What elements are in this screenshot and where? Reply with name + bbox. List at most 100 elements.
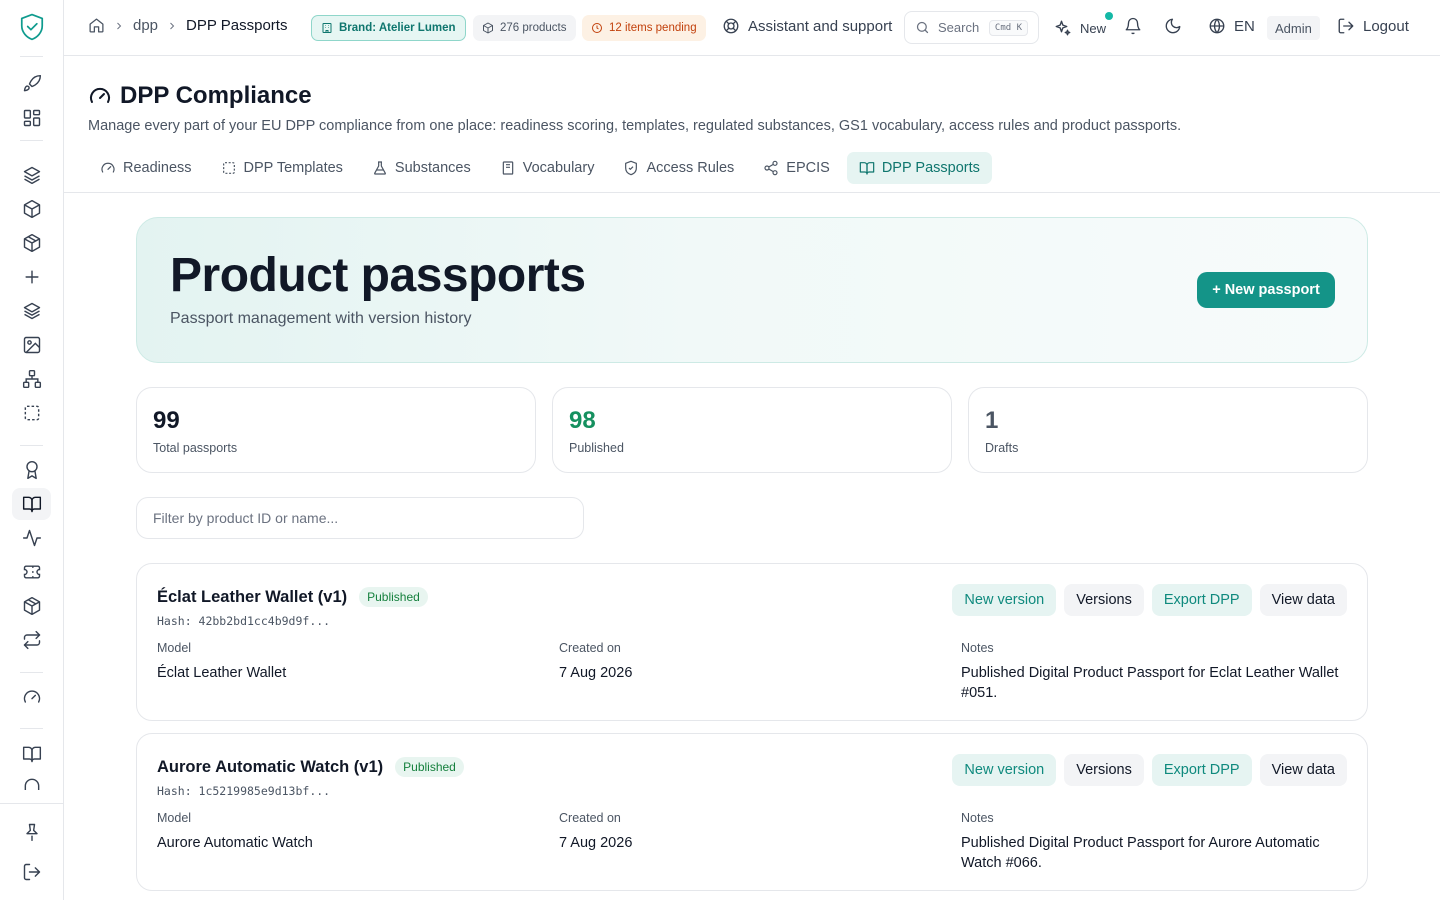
search-label: Search — [938, 20, 980, 35]
pending-items-badge[interactable]: 12 items pending — [582, 15, 706, 41]
model-field: Model Aurore Automatic Watch — [157, 811, 313, 853]
field-value: Éclat Leather Wallet — [157, 665, 287, 681]
stat-card-total: 99 Total passports — [136, 387, 536, 473]
shield-check-logo-icon[interactable] — [19, 13, 45, 41]
book-icon[interactable] — [22, 744, 42, 764]
field-label: Created on — [559, 811, 621, 825]
plus-icon[interactable] — [22, 267, 42, 287]
stat-label: Total passports — [153, 441, 238, 455]
view-data-button[interactable]: View data — [1259, 754, 1347, 786]
filter-input[interactable] — [136, 497, 584, 539]
tab-label: EPCIS — [786, 160, 830, 176]
building-icon — [321, 22, 333, 34]
search-icon — [915, 20, 930, 35]
tab-dpp-passports[interactable]: DPP Passports — [846, 152, 992, 184]
layers-icon[interactable] — [22, 165, 42, 185]
new-button[interactable]: New — [1054, 19, 1106, 37]
gauge-icon[interactable] — [22, 687, 42, 707]
book-open-icon — [859, 160, 875, 176]
chevron-right-icon — [113, 20, 125, 32]
image-icon[interactable] — [22, 335, 42, 355]
package-check-icon[interactable] — [22, 596, 42, 616]
award-icon[interactable] — [22, 460, 42, 480]
versions-button[interactable]: Versions — [1064, 754, 1144, 786]
passport-actions: New version Versions Export DPP View dat… — [952, 584, 1347, 616]
dashed-square-icon[interactable] — [22, 403, 42, 423]
gauge-icon — [100, 160, 116, 176]
repeat-icon[interactable] — [22, 630, 42, 650]
field-value: Published Digital Product Passport for A… — [961, 835, 1320, 871]
home-icon[interactable] — [88, 17, 105, 34]
hero-subtitle: Passport management with version history — [170, 310, 472, 327]
box-icon — [482, 22, 494, 34]
logout-icon — [1337, 17, 1355, 35]
stat-label: Drafts — [985, 441, 1019, 455]
book-open-icon[interactable] — [22, 494, 42, 514]
activity-icon[interactable] — [22, 528, 42, 548]
tab-label: Readiness — [123, 160, 192, 176]
dashboard-grid-icon[interactable] — [22, 108, 42, 128]
tab-readiness[interactable]: Readiness — [88, 152, 204, 184]
passport-name[interactable]: Éclat Leather Wallet (v1) — [157, 588, 347, 607]
tab-epcis[interactable]: EPCIS — [751, 152, 842, 184]
sign-out-icon[interactable] — [22, 862, 42, 882]
logout-button[interactable]: Logout — [1337, 17, 1409, 35]
book-icon — [500, 160, 516, 176]
products-count-label: 276 products — [500, 22, 567, 34]
moon-icon[interactable] — [1164, 17, 1182, 35]
export-dpp-button[interactable]: Export DPP — [1151, 754, 1252, 786]
view-data-button[interactable]: View data — [1259, 584, 1347, 616]
stat-label: Published — [569, 441, 624, 455]
role-badge: Admin — [1267, 16, 1320, 40]
rocket-icon[interactable] — [22, 74, 42, 94]
notes-field: Notes Published Digital Product Passport… — [961, 811, 1341, 873]
products-count-badge[interactable]: 276 products — [473, 15, 576, 41]
new-version-button[interactable]: New version — [952, 584, 1057, 616]
tab-dpp-templates[interactable]: DPP Templates — [209, 152, 355, 184]
new-label: New — [1080, 20, 1107, 36]
new-passport-button[interactable]: + New passport — [1197, 272, 1335, 308]
divider — [64, 192, 1440, 193]
tab-substances[interactable]: Substances — [360, 152, 483, 184]
passport-hash: Hash: 1c5219985e9d13bf... — [157, 784, 331, 798]
passport-name[interactable]: Aurore Automatic Watch (v1) — [157, 758, 383, 777]
assistant-support-button[interactable]: Assistant and support — [722, 17, 892, 35]
versions-button[interactable]: Versions — [1064, 584, 1144, 616]
field-label: Created on — [559, 641, 621, 655]
model-field: Model Éclat Leather Wallet — [157, 641, 286, 683]
layers-stack-icon[interactable] — [22, 301, 42, 321]
chevron-right-icon — [166, 20, 178, 32]
field-value: Published Digital Product Passport for E… — [961, 665, 1339, 701]
pending-items-label: 12 items pending — [609, 22, 697, 34]
breadcrumb-current: DPP Passports — [186, 17, 288, 34]
page-title-text: DPP Compliance — [120, 82, 312, 109]
share-icon — [763, 160, 779, 176]
passport-card: Éclat Leather Wallet (v1) Published Hash… — [136, 563, 1368, 721]
tab-access-rules[interactable]: Access Rules — [611, 152, 746, 184]
package-icon[interactable] — [22, 233, 42, 253]
tab-bar: Readiness DPP Templates Substances Vocab… — [88, 152, 997, 184]
field-label: Notes — [961, 811, 994, 825]
pin-icon[interactable] — [22, 822, 42, 842]
brand-badge[interactable]: Brand: Atelier Lumen — [311, 15, 466, 41]
new-version-button[interactable]: New version — [952, 754, 1057, 786]
page-title: DPP Compliance — [88, 82, 1181, 110]
network-icon[interactable] — [22, 369, 42, 389]
headphones-icon[interactable] — [22, 776, 42, 790]
ticket-icon[interactable] — [22, 562, 42, 582]
hero-title: Product passports — [170, 249, 586, 302]
sparkles-icon — [1054, 19, 1072, 37]
passport-hash: Hash: 42bb2bd1cc4b9d9f... — [157, 614, 331, 628]
breadcrumb-dpp[interactable]: dpp — [133, 17, 158, 34]
language-label: EN — [1234, 17, 1255, 35]
box-icon[interactable] — [22, 199, 42, 219]
bell-icon[interactable] — [1124, 17, 1142, 35]
search-button[interactable]: Search Cmd K — [904, 11, 1039, 44]
language-selector[interactable]: EN — [1208, 17, 1255, 35]
stat-value: 1 — [985, 407, 999, 434]
export-dpp-button[interactable]: Export DPP — [1151, 584, 1252, 616]
status-badge: Published — [359, 587, 428, 607]
field-label: Notes — [961, 641, 994, 655]
tab-vocabulary[interactable]: Vocabulary — [488, 152, 607, 184]
topbar: dpp DPP Passports Brand: Atelier Lumen 2… — [64, 0, 1440, 56]
